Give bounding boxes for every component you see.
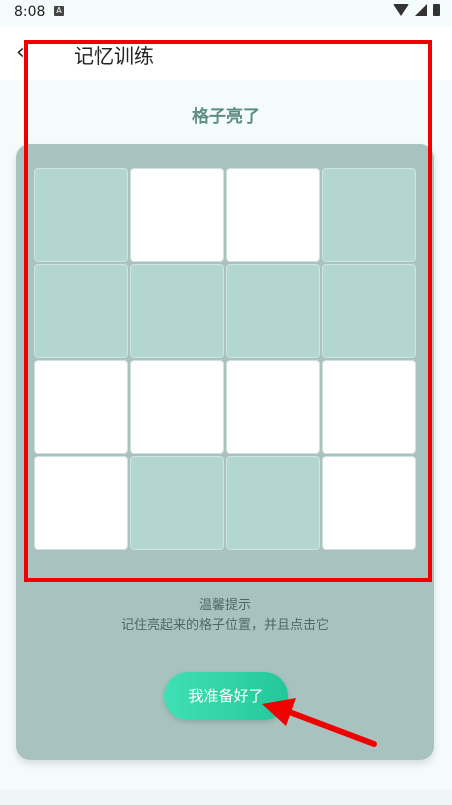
grid-cell[interactable] [322,168,416,262]
grid-cell[interactable] [226,168,320,262]
battery-icon [433,4,440,16]
grid-cell[interactable] [34,264,128,358]
signal-icon [415,4,427,16]
ready-button[interactable]: 我准备好了 [164,672,288,720]
chevron-left-icon: ‹ [16,40,25,65]
back-button[interactable]: ‹ [16,38,40,68]
grid-cell[interactable] [226,360,320,454]
status-bar: 8:08 A [0,0,452,26]
app-bar: ‹ 记忆训练 [0,26,452,80]
grid-cell[interactable] [226,264,320,358]
notification-icon: A [54,6,64,16]
page-title: 记忆训练 [74,44,154,68]
tip-title: 温馨提示 [198,598,251,613]
status-time: 8:08 [14,4,46,20]
wifi-icon [393,4,409,16]
grid-cell[interactable] [130,264,224,358]
grid-cell[interactable] [34,456,128,550]
grid-cell[interactable] [226,456,320,550]
memory-grid [34,168,416,550]
status-icons [393,4,440,16]
grid-cell[interactable] [130,456,224,550]
grid-cell[interactable] [130,360,224,454]
grid-cell[interactable] [34,168,128,262]
tip-text: 记住亮起来的格子位置，并且点击它 [120,618,329,633]
grid-cell[interactable] [322,264,416,358]
grid-cell[interactable] [322,456,416,550]
grid-cell[interactable] [34,360,128,454]
instruction-heading: 格子亮了 [192,107,260,127]
memory-card: 温馨提示 记住亮起来的格子位置，并且点击它 我准备好了 [16,144,434,760]
bottom-bar [0,790,452,805]
grid-cell[interactable] [322,360,416,454]
grid-cell[interactable] [130,168,224,262]
